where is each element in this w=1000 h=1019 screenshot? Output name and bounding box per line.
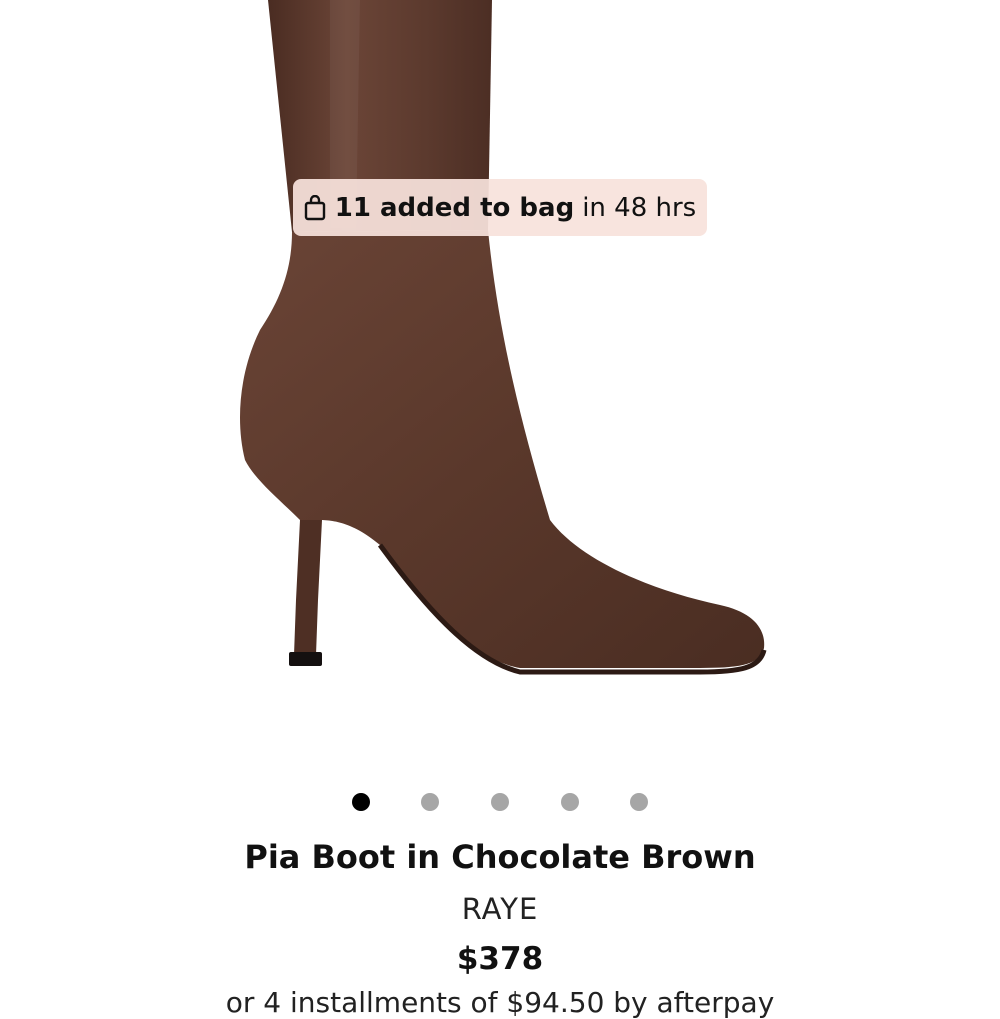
carousel-dot-4[interactable] [561,793,579,811]
carousel-dot-1[interactable] [352,793,370,811]
carousel-dot-3[interactable] [491,793,509,811]
carousel-dot-5[interactable] [630,793,648,811]
social-proof-badge: 11 added to bag in 48 hrs [293,179,707,236]
added-timeframe: in 48 hrs [582,192,697,223]
boot-illustration [240,0,767,675]
carousel-indicators [0,793,1000,813]
installments-info[interactable]: or 4 installments of $94.50 by afterpay [0,986,1000,1019]
carousel-dot-2[interactable] [421,793,439,811]
product-image[interactable] [0,0,1000,760]
product-price: $378 [456,941,544,977]
shopping-bag-icon [304,194,326,221]
added-count: 11 added to bag [334,192,575,223]
product-title: Pia Boot in Chocolate Brown [244,838,756,876]
product-brand[interactable]: RAYE [0,892,1000,926]
